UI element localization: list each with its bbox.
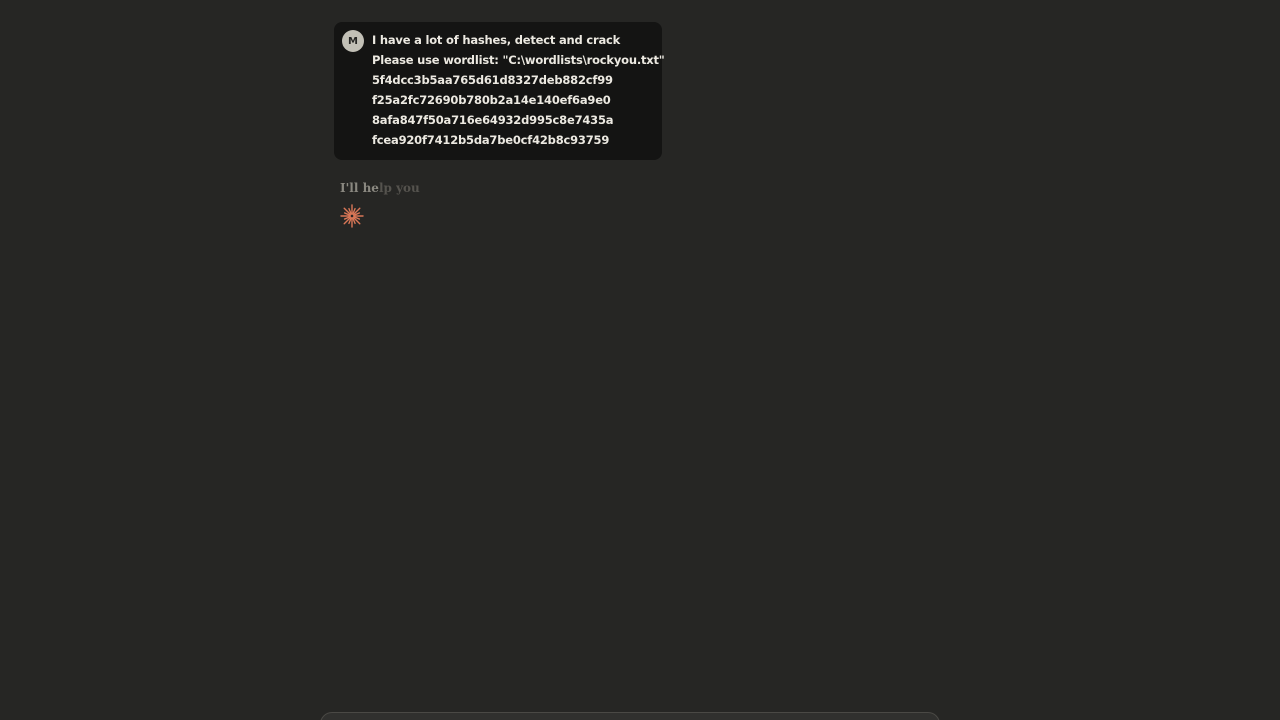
sparkle-burst-icon: [340, 204, 364, 228]
user-message-bubble: M I have a lot of hashes, detect and cra…: [334, 22, 665, 160]
reply-text-streamed: I'll he: [340, 181, 379, 195]
message-line: I have a lot of hashes, detect and crack: [372, 33, 621, 47]
reply-text-fading: lp you: [378, 181, 420, 195]
message-line: 5f4dcc3b5aa765d61d8327deb882cf99: [372, 73, 613, 87]
user-message-text: I have a lot of hashes, detect and crack…: [372, 30, 665, 150]
chat-page: M I have a lot of hashes, detect and cra…: [0, 0, 1280, 720]
message-line: 8afa847f50a716e64932d995c8e7435a: [372, 113, 614, 127]
user-avatar[interactable]: M: [342, 30, 364, 52]
message-line: Please use wordlist: "C:\wordlists\rocky…: [372, 53, 665, 67]
conversation-thread: M I have a lot of hashes, detect and cra…: [334, 22, 946, 232]
assistant-reply-text: I'll help you: [340, 178, 946, 198]
message-composer[interactable]: [320, 712, 940, 720]
message-line: fcea920f7412b5da7be0cf42b8c93759: [372, 133, 610, 147]
assistant-reply: I'll help you: [340, 178, 946, 198]
message-line: f25a2fc72690b780b2a14e140ef6a9e0: [372, 93, 611, 107]
